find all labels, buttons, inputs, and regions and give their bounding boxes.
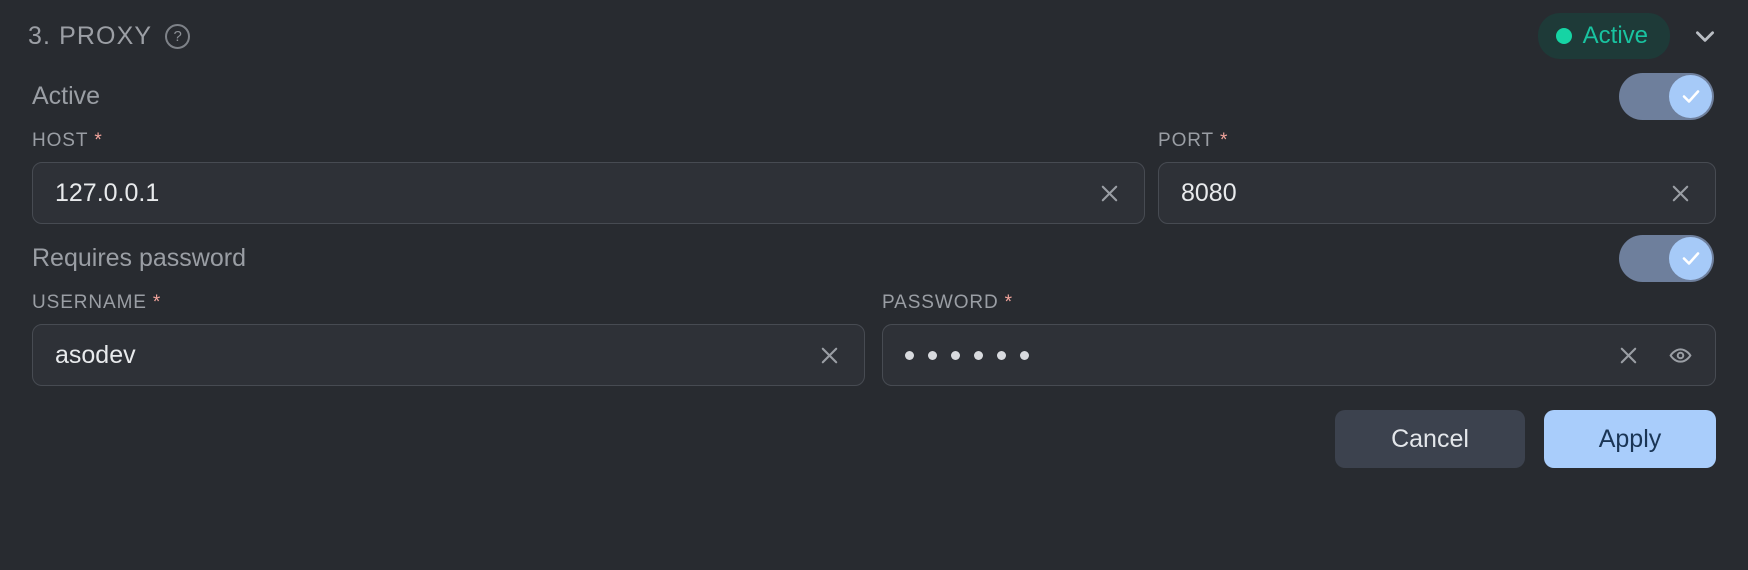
host-input-value: 127.0.0.1	[55, 178, 160, 207]
check-icon	[1682, 90, 1699, 103]
active-toggle[interactable]	[1619, 72, 1714, 120]
requires-password-toggle[interactable]	[1619, 234, 1714, 282]
password-dot	[997, 350, 1006, 360]
password-dot	[905, 350, 914, 360]
page-title: 3. PROXY	[28, 21, 153, 50]
username-input[interactable]: asodev	[32, 324, 865, 386]
credentials-labels: USERNAME * PASSWORD *	[28, 292, 1720, 314]
username-label: USERNAME	[32, 292, 147, 313]
username-input-value: asodev	[55, 340, 136, 369]
panel-header: 3. PROXY ? Active	[28, 0, 1720, 68]
apply-button[interactable]: Apply	[1544, 410, 1716, 468]
status-badge-label: Active	[1582, 22, 1648, 49]
password-required-marker: *	[1004, 292, 1013, 313]
active-toggle-row: Active	[28, 68, 1720, 124]
port-input[interactable]: 8080	[1158, 162, 1716, 224]
host-clear-icon[interactable]	[1092, 176, 1126, 210]
password-dot	[951, 350, 960, 360]
password-input[interactable]	[882, 324, 1716, 386]
username-required-marker: *	[152, 292, 161, 313]
status-badge: Active	[1537, 13, 1670, 59]
credentials-fields: asodev	[28, 324, 1720, 386]
port-label: PORT	[1158, 130, 1215, 151]
toggle-knob	[1669, 74, 1712, 118]
proxy-settings-panel: 3. PROXY ? Active Active HOST * PORT * 1…	[0, 0, 1748, 570]
port-clear-icon[interactable]	[1663, 176, 1697, 210]
host-required-marker: *	[94, 130, 102, 151]
check-icon	[1682, 252, 1699, 265]
host-port-labels: HOST * PORT *	[28, 130, 1720, 152]
toggle-knob	[1669, 236, 1712, 280]
password-clear-icon[interactable]	[1611, 338, 1645, 372]
panel-actions: Cancel Apply	[28, 410, 1720, 468]
password-dot	[928, 350, 937, 360]
chevron-down-icon[interactable]	[1692, 23, 1718, 49]
requires-password-label: Requires password	[32, 243, 246, 272]
password-masked-value	[905, 350, 1611, 360]
status-dot-icon	[1555, 28, 1572, 44]
port-required-marker: *	[1220, 130, 1228, 151]
help-circle-icon[interactable]: ?	[165, 23, 191, 49]
host-input[interactable]: 127.0.0.1	[32, 162, 1145, 224]
password-label: PASSWORD	[882, 292, 999, 313]
host-port-fields: 127.0.0.1 8080	[28, 162, 1720, 224]
active-toggle-label: Active	[32, 81, 101, 110]
host-label: HOST	[32, 130, 89, 151]
eye-icon[interactable]	[1663, 338, 1697, 372]
username-clear-icon[interactable]	[812, 338, 846, 372]
requires-password-toggle-row: Requires password	[28, 230, 1720, 286]
cancel-button[interactable]: Cancel	[1335, 410, 1525, 468]
password-dot	[974, 350, 983, 360]
panel-header-right: Active	[1537, 13, 1720, 59]
panel-header-left: 3. PROXY ?	[28, 21, 191, 51]
port-input-value: 8080	[1181, 178, 1237, 207]
password-dot	[1020, 350, 1029, 360]
